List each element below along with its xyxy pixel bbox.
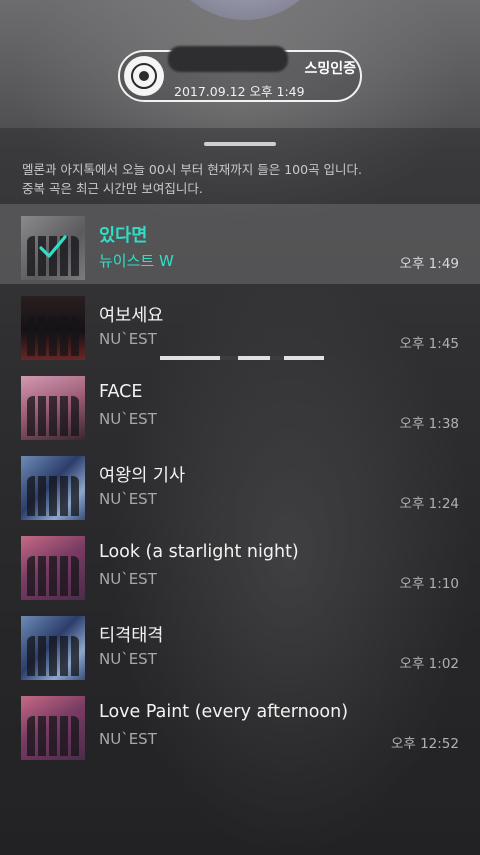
song-title: 있다면 (99, 226, 148, 246)
song-time: 오후 1:02 (399, 656, 459, 672)
song-artist: NU`EST (99, 410, 157, 428)
disc-icon (124, 56, 164, 96)
song-title: Love Paint (every afternoon) (99, 702, 349, 722)
song-artist: 뉴이스트 W (99, 252, 174, 270)
album-art (21, 376, 85, 440)
drag-handle[interactable] (204, 142, 276, 146)
song-row[interactable]: 티격태격 NU`EST 오후 1:02 (0, 604, 480, 684)
song-title: 티격태격 (99, 626, 164, 646)
certification-label: 스밍인증 (304, 61, 356, 77)
song-row-current[interactable]: 있다면 뉴이스트 W 오후 1:49 (0, 204, 480, 284)
notice-line-2: 중복 곡은 최근 시간만 보여집니다. (22, 181, 203, 196)
song-time: 오후 1:45 (399, 336, 459, 352)
song-time: 오후 1:38 (399, 416, 459, 432)
song-row[interactable]: 여왕의 기사 NU`EST 오후 1:24 (0, 444, 480, 524)
song-title: FACE (99, 382, 143, 402)
song-time: 오후 12:52 (390, 736, 459, 752)
watermark-overlay (160, 356, 324, 378)
song-artist: NU`EST (99, 490, 157, 508)
notice-text: 멜론과 아지톡에서 오늘 00시 부터 현재까지 들은 100곡 입니다. 중복… (22, 160, 462, 198)
song-artist: NU`EST (99, 330, 157, 348)
album-art (21, 216, 85, 280)
album-art (21, 456, 85, 520)
song-title: Look (a starlight night) (99, 542, 299, 562)
streaming-certification-badge[interactable]: 스밍인증 2017.09.12 오후 1:49 (118, 46, 362, 102)
notice-line-1: 멜론과 아지톡에서 오늘 00시 부터 현재까지 들은 100곡 입니다. (22, 162, 363, 177)
song-row[interactable]: Love Paint (every afternoon) NU`EST 오후 1… (0, 684, 480, 764)
history-sheet: 멜론과 아지톡에서 오늘 00시 부터 현재까지 들은 100곡 입니다. 중복… (0, 128, 480, 855)
song-row[interactable]: Look (a starlight night) NU`EST 오후 1:10 (0, 524, 480, 604)
album-art (21, 616, 85, 680)
song-artist: NU`EST (99, 650, 157, 668)
song-row[interactable]: 여보세요 NU`EST 오후 1:45 (0, 284, 480, 364)
song-time: 오후 1:10 (399, 576, 459, 592)
check-icon (39, 235, 67, 258)
song-time: 오후 1:24 (399, 496, 459, 512)
certification-timestamp: 2017.09.12 오후 1:49 (174, 84, 305, 99)
song-time: 오후 1:49 (399, 256, 459, 272)
song-list: 있다면 뉴이스트 W 오후 1:49 여보세요 NU`EST 오후 1:45 F… (0, 204, 480, 764)
song-artist: NU`EST (99, 570, 157, 588)
album-art (21, 696, 85, 760)
song-artist: NU`EST (99, 730, 157, 748)
album-art (21, 296, 85, 360)
song-title: 여왕의 기사 (99, 466, 186, 486)
album-art (21, 536, 85, 600)
song-title: 여보세요 (99, 306, 164, 326)
